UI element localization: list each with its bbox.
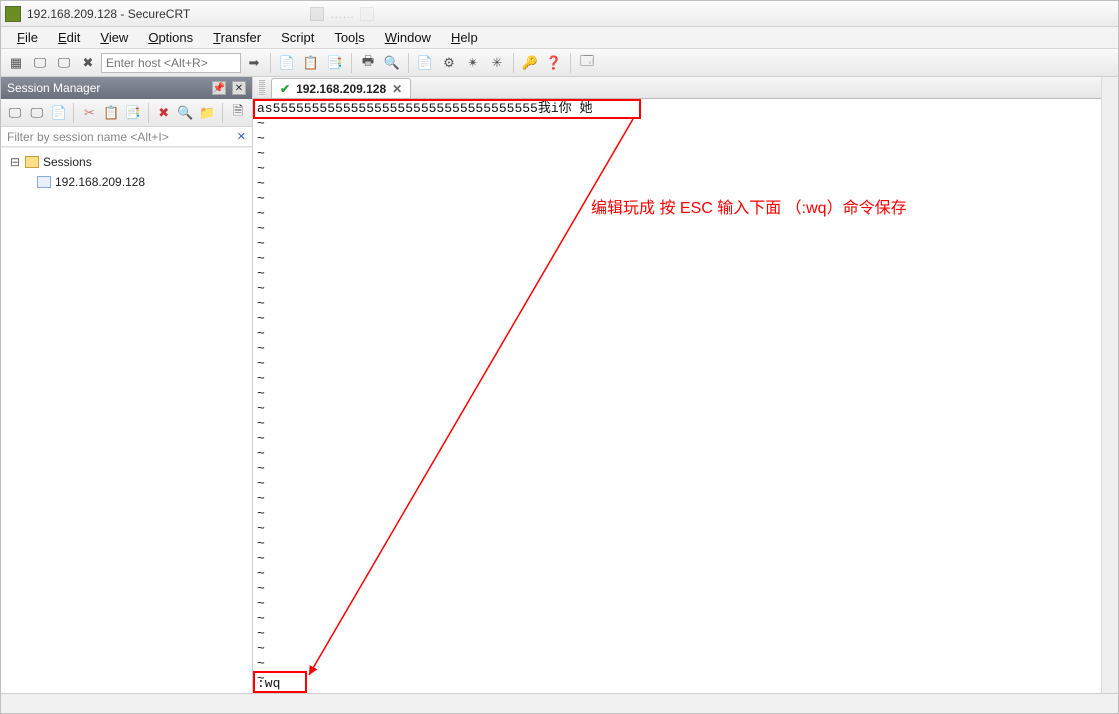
tab-label: 192.168.209.128 — [296, 82, 386, 96]
tree-session-label: 192.168.209.128 — [55, 175, 145, 189]
tb-connect-icon[interactable]: 🖵 — [53, 52, 75, 74]
panel-pin-button[interactable]: 📌 — [212, 81, 226, 95]
sm-cut-icon[interactable]: ✂ — [79, 102, 99, 124]
tb-paste-icon[interactable]: 📋 — [300, 52, 322, 74]
tab-status-icon: ✔ — [280, 82, 290, 96]
tab-drag-handle[interactable] — [259, 80, 265, 96]
status-bar — [1, 693, 1118, 713]
menu-edit[interactable]: Edit — [50, 28, 88, 47]
host-input[interactable] — [101, 53, 241, 73]
background-tab: …… — [310, 7, 374, 21]
tb-list-icon[interactable]: 🗔 — [576, 52, 598, 74]
tb-find-icon[interactable]: 🔍 — [381, 52, 403, 74]
menu-script[interactable]: Script — [273, 28, 322, 47]
folder-icon — [25, 156, 39, 168]
tb-go-icon[interactable]: ➡ — [243, 52, 265, 74]
toolbar-separator — [513, 53, 514, 73]
main-toolbar: ▦ 🖵 🖵 ✖ ➡ 📄 📋 📑 🖶 🔍 📄 ⚙ ✴ ✳ 🔑 ❓ 🗔 — [1, 49, 1118, 77]
sm-copy-icon[interactable]: 📋 — [101, 102, 121, 124]
tb-print-icon[interactable]: 🖶 — [357, 52, 379, 74]
title-bar: 192.168.209.128 - SecureCRT …… — [1, 1, 1118, 27]
terminal-content: as5555555555555555555555555555555555我i你 … — [253, 99, 596, 693]
menu-help[interactable]: Help — [443, 28, 486, 47]
tb-tool1-icon[interactable]: ✴ — [462, 52, 484, 74]
tb-disconnect-icon[interactable]: ✖ — [77, 52, 99, 74]
sm-new-icon[interactable]: 🖵 — [5, 102, 25, 124]
tb-help-icon[interactable]: ❓ — [543, 52, 565, 74]
terminal-viewport[interactable]: as5555555555555555555555555555555555我i你 … — [253, 99, 1101, 693]
tb-tool2-icon[interactable]: ✳ — [486, 52, 508, 74]
tree-root-label: Sessions — [43, 155, 92, 169]
toolbar-separator — [148, 103, 149, 123]
session-manager-header: Session Manager 📌 ✕ — [1, 77, 252, 99]
toolbar-separator — [270, 53, 271, 73]
session-manager-panel: Session Manager 📌 ✕ 🖵 🖵 📄 ✂ 📋 📑 ✖ 🔍 📁 🗎 … — [1, 77, 253, 693]
terminal-tabs-bar: ✔ 192.168.209.128 ✕ — [253, 77, 1101, 99]
tb-copypaste-icon[interactable]: 📑 — [324, 52, 346, 74]
tb-key-icon[interactable]: 🔑 — [519, 52, 541, 74]
session-filter-clear[interactable]: ✕ — [237, 130, 246, 143]
tb-quick-connect-icon[interactable]: 🖵 — [29, 52, 51, 74]
vertical-scrollbar[interactable] — [1101, 77, 1118, 693]
menu-transfer[interactable]: Transfer — [205, 28, 269, 47]
toolbar-separator — [222, 103, 223, 123]
panel-close-button[interactable]: ✕ — [232, 81, 246, 95]
terminal-tab[interactable]: ✔ 192.168.209.128 ✕ — [271, 78, 411, 98]
session-filter[interactable]: Filter by session name <Alt+I> ✕ — [1, 127, 252, 147]
sm-paste-icon[interactable]: 📑 — [123, 102, 143, 124]
session-tree[interactable]: ⊟ Sessions 192.168.209.128 — [1, 147, 252, 693]
sm-find-icon[interactable]: 🔍 — [176, 102, 196, 124]
window-title: 192.168.209.128 - SecureCRT — [27, 7, 190, 21]
menu-bar: File Edit View Options Transfer Script T… — [1, 27, 1118, 49]
sm-open-icon[interactable]: 🖵 — [27, 102, 47, 124]
toolbar-separator — [351, 53, 352, 73]
terminal-icon — [37, 176, 51, 188]
session-manager-title: Session Manager — [7, 81, 100, 95]
sm-newfolder-icon[interactable]: 📁 — [197, 102, 217, 124]
tb-copy-icon[interactable]: 📄 — [276, 52, 298, 74]
menu-file[interactable]: File — [9, 28, 46, 47]
menu-options[interactable]: Options — [140, 28, 201, 47]
body-row: Session Manager 📌 ✕ 🖵 🖵 📄 ✂ 📋 📑 ✖ 🔍 📁 🗎 … — [1, 77, 1118, 693]
tree-root-row[interactable]: ⊟ Sessions — [5, 152, 248, 172]
terminal-command-line: :wq — [253, 674, 284, 693]
toolbar-separator — [570, 53, 571, 73]
menu-window[interactable]: Window — [377, 28, 439, 47]
session-filter-placeholder: Filter by session name <Alt+I> — [7, 130, 169, 144]
tb-session-mgr-icon[interactable]: ▦ — [5, 52, 27, 74]
tree-session-row[interactable]: 192.168.209.128 — [5, 172, 248, 192]
tab-close-button[interactable]: ✕ — [392, 82, 402, 96]
menu-tools[interactable]: Tools — [326, 28, 372, 47]
annotation-text: 编辑玩成 按 ESC 输入下面 （:wq）命令保存 — [591, 194, 907, 218]
tree-collapse-icon[interactable]: ⊟ — [9, 155, 21, 169]
menu-view[interactable]: View — [92, 28, 136, 47]
app-icon — [5, 6, 21, 22]
sm-props-icon[interactable]: 📄 — [49, 102, 69, 124]
toolbar-separator — [73, 103, 74, 123]
tb-script-icon[interactable]: 📄 — [414, 52, 436, 74]
tb-options-icon[interactable]: ⚙ — [438, 52, 460, 74]
toolbar-separator — [408, 53, 409, 73]
session-manager-toolbar: 🖵 🖵 📄 ✂ 📋 📑 ✖ 🔍 📁 🗎 — [1, 99, 252, 127]
sm-page-icon[interactable]: 🗎 — [228, 102, 248, 124]
main-area: ✔ 192.168.209.128 ✕ as555555555555555555… — [253, 77, 1101, 693]
sm-delete-icon[interactable]: ✖ — [154, 102, 174, 124]
